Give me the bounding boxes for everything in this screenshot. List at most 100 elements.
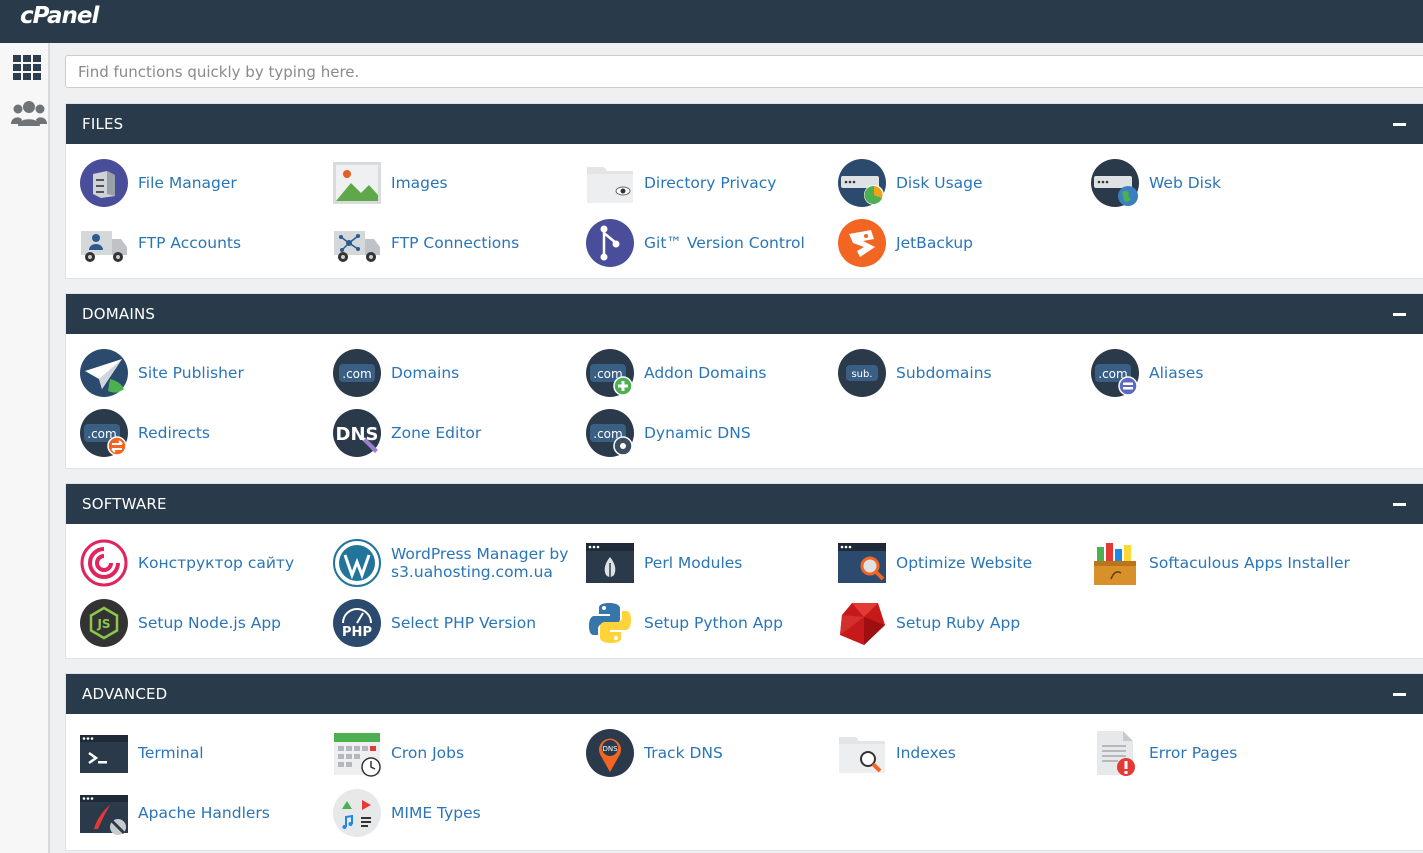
collapse-icon[interactable] [1393, 693, 1406, 696]
optimize-website-link[interactable]: Optimize Website [838, 538, 1088, 588]
section-header[interactable]: DOMAINS [66, 294, 1423, 334]
item-label: Git™ Version Control [644, 234, 805, 252]
svg-text:DNS: DNS [602, 745, 618, 753]
section-header[interactable]: FILES [66, 104, 1423, 144]
setup-ruby-link[interactable]: Setup Ruby App [838, 598, 1088, 648]
item-label: FTP Connections [391, 234, 520, 252]
section-title: FILES [82, 115, 124, 133]
optimize-website-icon [838, 543, 886, 583]
svg-text:DNS: DNS [336, 424, 379, 445]
wordpress-manager-link[interactable]: WordPress Manager by s3.uahosting.com.ua [333, 538, 583, 588]
ftp-accounts-link[interactable]: FTP Accounts [80, 218, 330, 268]
cron-jobs-link[interactable]: Cron Jobs [333, 728, 583, 778]
dynamic-dns-link[interactable]: .com Dynamic DNS [586, 408, 836, 458]
softaculous-icon [1094, 543, 1136, 585]
file-manager-icon [80, 159, 128, 207]
item-label: Site Publisher [138, 364, 244, 382]
search-input[interactable] [65, 55, 1423, 88]
section-title: ADVANCED [82, 685, 168, 703]
svg-text:.com: .com [342, 367, 371, 381]
softaculous-link[interactable]: Softaculous Apps Installer [1091, 538, 1350, 588]
directory-privacy-link[interactable]: Directory Privacy [586, 158, 836, 208]
indexes-link[interactable]: Indexes [838, 728, 1088, 778]
site-builder-link[interactable]: Конструктор сайту [80, 538, 330, 588]
users-icon[interactable] [11, 99, 47, 127]
error-pages-link[interactable]: Error Pages [1091, 728, 1341, 778]
perl-modules-icon [586, 543, 634, 583]
svg-text:PHP: PHP [342, 625, 372, 640]
perl-modules-link[interactable]: Perl Modules [586, 538, 836, 588]
apache-handlers-link[interactable]: Apache Handlers [80, 788, 330, 838]
item-label: Terminal [138, 744, 204, 762]
svg-text:sub.: sub. [851, 369, 872, 380]
item-label: MIME Types [391, 804, 481, 822]
collapse-icon[interactable] [1393, 503, 1406, 506]
images-link[interactable]: Images [333, 158, 583, 208]
item-label: Addon Domains [644, 364, 767, 382]
jetbackup-link[interactable]: JetBackup [838, 218, 1088, 268]
item-label: Zone Editor [391, 424, 482, 442]
item-label: Setup Python App [644, 614, 783, 632]
domains-link[interactable]: .com Domains [333, 348, 583, 398]
terminal-link[interactable]: Terminal [80, 728, 330, 778]
zone-editor-icon: DNS [333, 409, 381, 457]
item-label: Subdomains [896, 364, 992, 382]
web-disk-link[interactable]: Web Disk [1091, 158, 1341, 208]
item-label: Optimize Website [896, 554, 1033, 572]
site-publisher-link[interactable]: Site Publisher [80, 348, 330, 398]
section-header[interactable]: ADVANCED [66, 674, 1423, 714]
select-php-version-link[interactable]: PHP Select PHP Version [333, 598, 583, 648]
section-files: FILES File Manager Images Directory Priv… [65, 103, 1423, 279]
item-label: FTP Accounts [138, 234, 242, 252]
setup-python-link[interactable]: Setup Python App [586, 598, 836, 648]
addon-domains-icon: .com [586, 349, 634, 397]
file-manager-link[interactable]: File Manager [80, 158, 330, 208]
item-label: Error Pages [1149, 744, 1238, 762]
zone-editor-link[interactable]: DNS Zone Editor [333, 408, 583, 458]
git-version-control-link[interactable]: Git™ Version Control [586, 218, 836, 268]
mime-types-link[interactable]: MIME Types [333, 788, 583, 838]
item-label: JetBackup [896, 234, 974, 252]
cpanel-logo[interactable]: cPanel [20, 3, 99, 29]
grid-icon[interactable] [11, 54, 43, 82]
item-label: Disk Usage [896, 174, 983, 192]
redirects-link[interactable]: .com Redirects [80, 408, 330, 458]
ruby-icon [840, 603, 885, 645]
item-label: Select PHP Version [391, 614, 537, 632]
section-domains: DOMAINS Site Publisher .com Domains .com… [65, 293, 1423, 469]
python-icon [589, 603, 631, 643]
wordpress-icon [333, 539, 381, 587]
ftp-accounts-icon [81, 231, 127, 262]
track-dns-link[interactable]: DNS Track DNS [586, 728, 836, 778]
site-publisher-icon [80, 349, 128, 397]
section-title: DOMAINS [82, 305, 156, 323]
item-label: Directory Privacy [644, 174, 777, 192]
sidebar [0, 43, 50, 853]
redirects-icon: .com [80, 409, 128, 457]
item-label: Apache Handlers [138, 804, 270, 822]
dynamic-dns-icon: .com [586, 409, 634, 457]
section-software: SOFTWARE Конструктор сайту WordPress Man… [65, 483, 1423, 659]
apache-handlers-icon [80, 795, 128, 835]
item-label: Dynamic DNS [644, 424, 751, 442]
addon-domains-link[interactable]: .com Addon Domains [586, 348, 836, 398]
item-label: Cron Jobs [391, 744, 465, 762]
aliases-link[interactable]: .com Aliases [1091, 348, 1341, 398]
collapse-icon[interactable] [1393, 313, 1406, 316]
ftp-connections-link[interactable]: FTP Connections [333, 218, 583, 268]
disk-usage-link[interactable]: Disk Usage [838, 158, 1088, 208]
collapse-icon[interactable] [1393, 123, 1406, 126]
item-label: WordPress Manager by s3.uahosting.com.ua [391, 545, 569, 581]
item-label: Конструктор сайту [138, 554, 295, 572]
section-advanced: ADVANCED Terminal Cron Jobs DNS Track DN… [65, 673, 1423, 851]
subdomains-link[interactable]: sub. Subdomains [838, 348, 1088, 398]
item-label: Indexes [896, 744, 956, 762]
item-label: Softaculous Apps Installer [1149, 554, 1350, 572]
terminal-icon [80, 735, 128, 773]
section-header[interactable]: SOFTWARE [66, 484, 1423, 524]
setup-nodejs-link[interactable]: JS Setup Node.js App [80, 598, 330, 648]
domains-icon: .com [333, 349, 381, 397]
item-label: Web Disk [1149, 174, 1222, 192]
cron-jobs-icon [334, 733, 381, 777]
top-bar: cPanel [0, 0, 1423, 43]
